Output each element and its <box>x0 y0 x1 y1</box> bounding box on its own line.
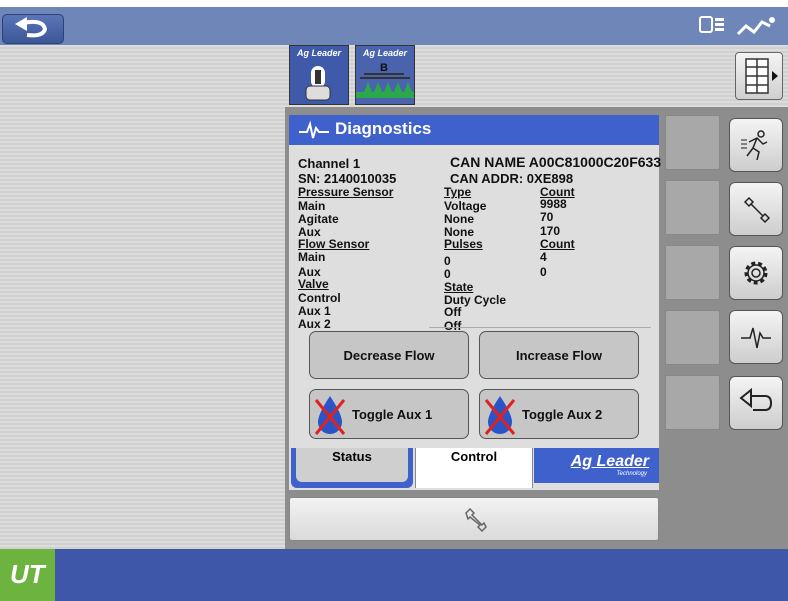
toggle-switch-icon <box>305 66 331 101</box>
pressure-row-count: 9988 <box>540 197 567 211</box>
decrease-flow-label: Decrease Flow <box>343 347 435 363</box>
ut-logo[interactable]: UT <box>0 549 55 601</box>
diagnostics-button[interactable] <box>729 310 783 364</box>
pressure-row-name: Agitate <box>298 212 339 226</box>
flow-row-count: 0 <box>540 265 547 279</box>
wrench-icon <box>465 507 487 533</box>
settings-tool-button[interactable] <box>289 497 659 541</box>
implement-icon[interactable] <box>698 14 726 36</box>
running-man-icon <box>741 130 768 161</box>
sprayer-boom-icon <box>356 73 414 98</box>
empty-slot <box>665 115 720 170</box>
brand-sub: Technology <box>616 471 647 477</box>
pressure-row-type: None <box>444 212 474 226</box>
valve-row-name: Aux 2 <box>298 317 331 331</box>
empty-slot <box>665 245 720 300</box>
settings-button[interactable] <box>729 246 783 300</box>
top-bar <box>0 7 788 45</box>
tab-control-label: Control <box>450 449 498 464</box>
bottom-bar <box>0 549 788 601</box>
u-turn-back-icon <box>15 17 48 38</box>
operator-button[interactable] <box>729 118 783 172</box>
wrench-icon <box>743 196 771 224</box>
menu-button[interactable] <box>735 52 783 100</box>
valve-row-name: Aux 1 <box>298 304 331 318</box>
toggle-aux-1-label: Toggle Aux 1 <box>352 406 433 422</box>
flow-row-count: 4 <box>540 250 547 264</box>
ag-leader-logo: Ag Leader Technology <box>534 448 659 483</box>
empty-slot <box>665 180 720 235</box>
flow-row-pulses: 0 <box>444 254 451 268</box>
antenna-icon[interactable] <box>736 14 776 36</box>
pressure-row-count: 170 <box>540 224 561 238</box>
diagnostics-title-bar: Diagnostics <box>289 115 659 145</box>
flow-row-name: Main <box>298 250 326 264</box>
toggle-aux-1-button[interactable]: Toggle Aux 1 <box>309 389 469 439</box>
diagnostics-wave-icon <box>299 120 329 139</box>
top-border <box>0 0 788 7</box>
pressure-row-name: Main <box>298 199 326 213</box>
toggle-aux-2-label: Toggle Aux 2 <box>522 406 603 422</box>
empty-slot <box>665 310 720 365</box>
valve-header: Valve <box>298 277 329 291</box>
gear-icon <box>744 261 768 285</box>
pressure-type-header: Type <box>444 185 472 199</box>
module-tab-liquid-control[interactable]: Ag Leader <box>289 45 349 105</box>
grid-menu-icon <box>745 58 778 94</box>
left-panel <box>0 45 285 549</box>
increase-flow-button[interactable]: Increase Flow <box>479 331 639 379</box>
valve-row-name: Control <box>298 291 341 305</box>
decrease-flow-button[interactable]: Decrease Flow <box>309 331 469 379</box>
module-tab-sprayer[interactable]: Ag Leader B <box>355 45 415 105</box>
pressure-sensor-header: Pressure Sensor <box>298 185 394 199</box>
diagnostics-panel: Diagnostics Channel 1 SN: 2140010035 CAN… <box>289 115 662 490</box>
channel-label: Channel 1 <box>298 156 361 171</box>
tools-button[interactable] <box>729 182 783 236</box>
ut-logo-text: UT <box>10 559 45 589</box>
valve-state-header: State <box>444 280 474 294</box>
tab-status-label: Status <box>296 448 408 482</box>
increase-flow-label: Increase Flow <box>516 347 602 363</box>
can-address: CAN ADDR: 0XE898 <box>450 171 574 186</box>
flow-sensor-header: Flow Sensor <box>298 237 370 251</box>
diagnostics-title: Diagnostics <box>335 119 432 138</box>
flow-pulses-header: Pulses <box>444 237 483 251</box>
toggle-aux-2-button[interactable]: Toggle Aux 2 <box>479 389 639 439</box>
back-button[interactable] <box>2 14 64 44</box>
pressure-row-type: Voltage <box>444 199 487 213</box>
module-brand: Ag Leader <box>296 48 341 58</box>
return-button[interactable] <box>729 376 783 430</box>
flow-row-pulses: 0 <box>444 267 451 281</box>
valve-row-state: Off <box>444 305 462 319</box>
tab-control[interactable]: Control <box>415 448 533 488</box>
flow-count-header: Count <box>540 237 575 251</box>
serial-number: SN: 2140010035 <box>298 171 397 186</box>
no-water-drop-icon <box>484 396 516 435</box>
status-icons <box>698 12 776 38</box>
return-arrow-icon <box>739 388 773 411</box>
divider <box>429 327 651 328</box>
tab-status[interactable]: Status <box>291 448 413 488</box>
brand-name: Ag Leader <box>570 453 649 470</box>
pressure-row-count: 70 <box>540 210 554 224</box>
can-name: CAN NAME A00C81000C20F633 <box>450 154 662 170</box>
module-brand: Ag Leader <box>362 48 407 58</box>
diagnostics-wave-icon <box>741 327 771 349</box>
no-water-drop-icon <box>314 396 346 435</box>
empty-slot <box>665 375 720 430</box>
